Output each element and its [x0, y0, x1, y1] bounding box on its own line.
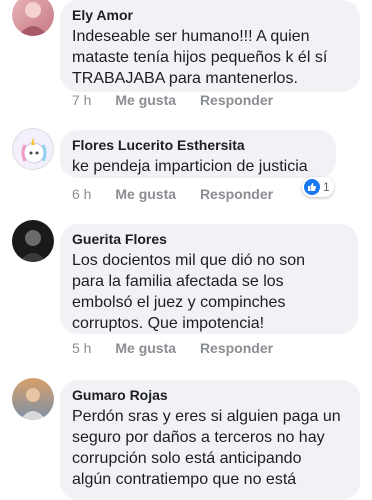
comment-text-line: embolsó el juez y compinches [72, 294, 286, 311]
avatar-photo-icon [18, 2, 48, 36]
reaction-count: 1 [323, 180, 330, 194]
comment-text-line: Perdón sras y eres si alguien paga un [72, 408, 341, 425]
comment-meta: 6 h Me gusta Responder [72, 186, 293, 202]
like-button[interactable]: Me gusta [115, 186, 176, 202]
comment-text-line: mataste tenía hijos pequeños k él sí [72, 49, 328, 66]
comment-text-line: Indeseable ser humano!!! A quien [72, 28, 310, 45]
comment-timestamp[interactable]: 5 h [72, 340, 91, 356]
avatar[interactable] [12, 128, 54, 170]
comment-bubble: Gumaro Rojas Perdón sras y eres si algui… [60, 380, 360, 500]
comment-author[interactable]: Flores Lucerito Esthersita [72, 136, 324, 154]
comment-text: Perdón sras y eres si alguien paga un se… [72, 406, 348, 490]
comment-author[interactable]: Ely Amor [72, 6, 348, 24]
comment-bubble: Guerita Flores Los docientos mil que dió… [60, 224, 358, 334]
comment-text-line: Los docientos mil que dió no son [72, 252, 306, 269]
avatar[interactable] [12, 220, 54, 262]
comment-text: ke pendeja imparticion de justicia [72, 156, 324, 177]
like-button[interactable]: Me gusta [115, 92, 176, 108]
reply-button[interactable]: Responder [200, 340, 273, 356]
comment-author[interactable]: Guerita Flores [72, 230, 346, 248]
reply-button[interactable]: Responder [200, 186, 273, 202]
comment-text-line: seguro por daños a terceros no hay [72, 429, 325, 446]
avatar-photo-icon [20, 388, 46, 420]
comment-bubble: Ely Amor Indeseable ser humano!!! A quie… [60, 0, 360, 92]
comment-timestamp[interactable]: 6 h [72, 186, 91, 202]
comment-text-line: corrupción solo está anticipando [72, 450, 302, 467]
like-button[interactable]: Me gusta [115, 340, 176, 356]
comment-author[interactable]: Gumaro Rojas [72, 386, 348, 404]
comment-meta: 7 h Me gusta Responder [72, 92, 293, 108]
comment-text-line: corruptos. Que impotencia! [72, 315, 265, 332]
comment-text-line: ke pendeja imparticion de justicia [72, 158, 308, 175]
comment-bubble: Flores Lucerito Esthersita ke pendeja im… [60, 130, 336, 178]
thumbs-up-icon [304, 179, 320, 195]
avatar-photo-icon [19, 230, 47, 262]
avatar[interactable] [12, 0, 54, 36]
avatar[interactable] [12, 378, 54, 420]
comment-text: Los docientos mil que dió no son para la… [72, 250, 346, 334]
comment-timestamp[interactable]: 7 h [72, 92, 91, 108]
comment-meta: 5 h Me gusta Responder [72, 340, 293, 356]
reaction-summary[interactable]: 1 [302, 177, 334, 197]
comment-text: Indeseable ser humano!!! A quien mataste… [72, 26, 348, 89]
reply-button[interactable]: Responder [200, 92, 273, 108]
comment-text-line: TRABAJABA para mantenerlos. [72, 70, 298, 87]
comment-text-line: para la familia afectada se los [72, 273, 284, 290]
unicorn-icon [21, 137, 47, 164]
